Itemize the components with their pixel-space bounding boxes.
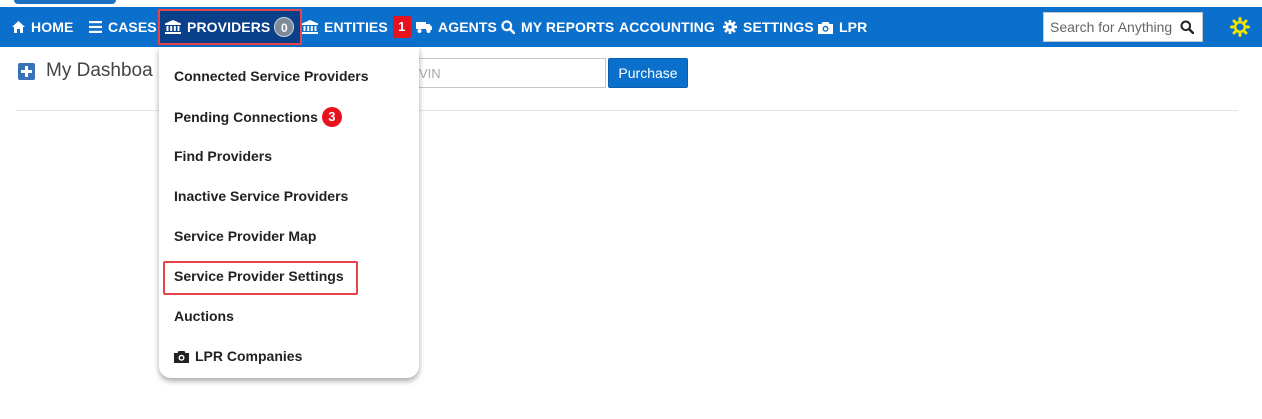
global-search[interactable] bbox=[1043, 12, 1203, 42]
nav-agents[interactable]: AGENTS bbox=[416, 7, 497, 47]
menu-item-label: LPR Companies bbox=[195, 348, 303, 364]
nav-home-label: HOME bbox=[31, 19, 74, 35]
menu-item-inactive-service-providers[interactable]: Inactive Service Providers bbox=[174, 188, 348, 204]
home-icon bbox=[12, 21, 25, 33]
providers-count-badge: 0 bbox=[274, 17, 295, 37]
nav-entities[interactable]: ENTITIES 1 bbox=[302, 7, 411, 47]
nav-my-reports-label: MY REPORTS bbox=[521, 19, 615, 35]
top-tab-stub bbox=[14, 0, 116, 4]
camera-icon bbox=[818, 21, 833, 34]
nav-cases[interactable]: CASES bbox=[89, 7, 157, 47]
entities-count-badge: 1 bbox=[392, 16, 411, 38]
nav-home[interactable]: HOME bbox=[12, 7, 73, 47]
gear-icon bbox=[723, 20, 737, 34]
menu-item-label: Inactive Service Providers bbox=[174, 188, 349, 204]
nav-settings[interactable]: SETTINGS bbox=[723, 7, 814, 47]
bank-icon bbox=[302, 20, 318, 34]
bank-icon bbox=[165, 20, 181, 34]
nav-entities-label: ENTITIES bbox=[324, 19, 388, 35]
menu-item-label: Connected Service Providers bbox=[174, 68, 369, 84]
nav-lpr-label: LPR bbox=[839, 19, 868, 35]
menu-item-label: Find Providers bbox=[174, 148, 273, 164]
nav-accounting[interactable]: ACCOUNTING bbox=[619, 7, 715, 47]
nav-lpr[interactable]: LPR bbox=[818, 7, 867, 47]
menu-item-service-provider-settings[interactable]: Service Provider Settings bbox=[174, 268, 344, 284]
nav-accounting-label: ACCOUNTING bbox=[619, 19, 715, 35]
menu-item-lpr-companies[interactable]: LPR Companies bbox=[174, 348, 302, 364]
nav-my-reports[interactable]: MY REPORTS bbox=[501, 7, 614, 47]
nav-agents-label: AGENTS bbox=[438, 19, 497, 35]
main-navbar: HOME CASES PROVIDERS 0 ENTITIES 1 AGENTS… bbox=[0, 7, 1262, 47]
pending-count-badge: 3 bbox=[321, 107, 342, 127]
menu-item-pending-connections[interactable]: Pending Connections 3 bbox=[174, 107, 342, 127]
menu-icon bbox=[89, 21, 102, 33]
menu-item-label: Auctions bbox=[174, 308, 234, 324]
nav-cases-label: CASES bbox=[108, 19, 157, 35]
purchase-button[interactable]: Purchase bbox=[608, 58, 688, 88]
menu-item-label: Service Provider Settings bbox=[174, 268, 344, 284]
dashboard-title: My Dashboa bbox=[46, 60, 153, 81]
menu-item-label: Pending Connections bbox=[174, 109, 318, 125]
search-input[interactable] bbox=[1050, 19, 1180, 35]
menu-item-auctions[interactable]: Auctions bbox=[174, 308, 234, 324]
add-widget-icon[interactable] bbox=[18, 63, 35, 80]
camera-icon bbox=[174, 350, 189, 363]
providers-dropdown-menu: Connected Service Providers Pending Conn… bbox=[159, 47, 419, 378]
search-icon[interactable] bbox=[1180, 20, 1194, 34]
theme-gear-icon[interactable] bbox=[1230, 17, 1250, 37]
nav-settings-label: SETTINGS bbox=[743, 19, 814, 35]
nav-providers[interactable]: PROVIDERS 0 bbox=[158, 9, 303, 45]
truck-icon bbox=[416, 22, 432, 33]
nav-providers-label: PROVIDERS bbox=[187, 19, 271, 35]
menu-item-service-provider-map[interactable]: Service Provider Map bbox=[174, 228, 316, 244]
menu-item-find-providers[interactable]: Find Providers bbox=[174, 148, 272, 164]
search-icon bbox=[501, 20, 515, 34]
vin-input[interactable] bbox=[408, 58, 606, 88]
menu-item-label: Service Provider Map bbox=[174, 228, 317, 244]
menu-item-connected-service-providers[interactable]: Connected Service Providers bbox=[174, 68, 369, 84]
